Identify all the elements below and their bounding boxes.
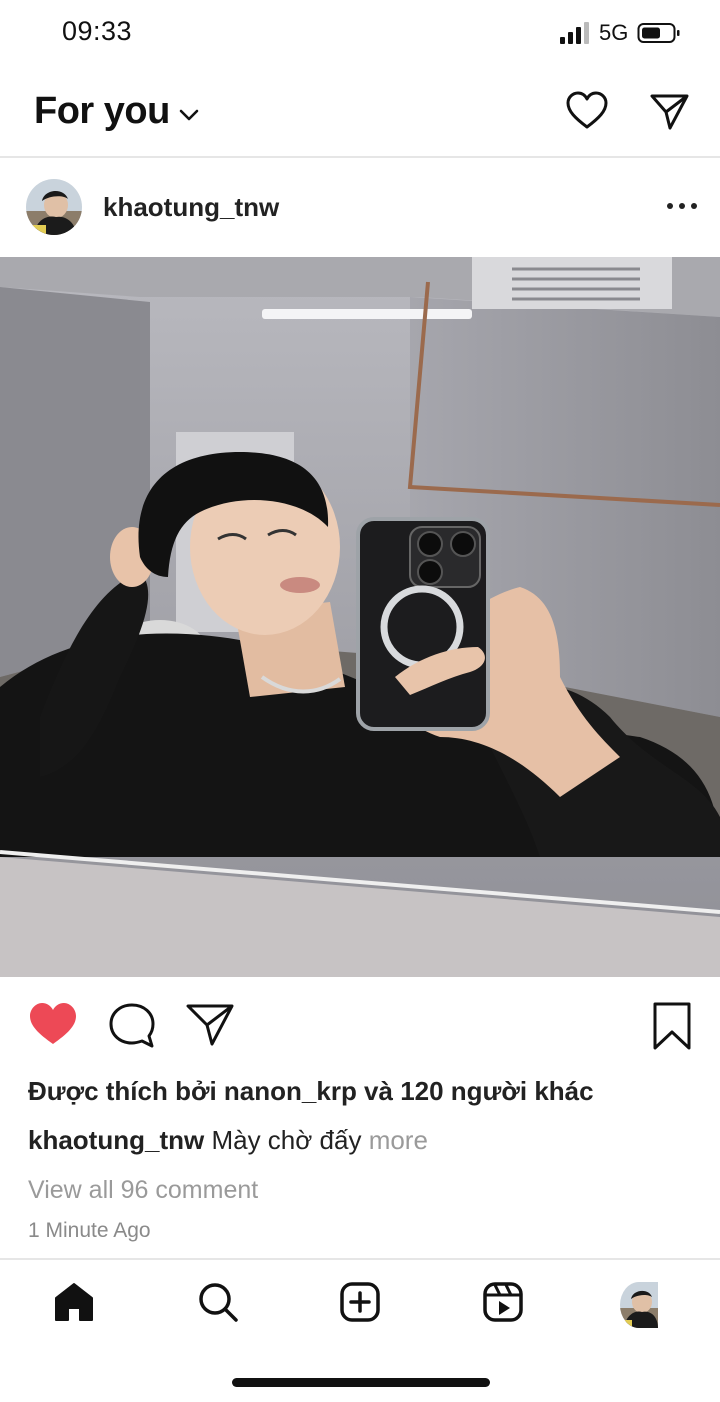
bottom-nav	[0, 1258, 720, 1402]
avatar[interactable]	[620, 1282, 658, 1328]
chevron-down-icon[interactable]	[178, 108, 200, 122]
status-time: 09:33	[62, 16, 133, 46]
bookmark-icon[interactable]	[650, 1000, 694, 1052]
post-timestamp: 1 Minute Ago	[28, 1219, 151, 1242]
home-icon[interactable]	[52, 1280, 96, 1324]
status-bar: 09:33 5G	[0, 0, 720, 70]
view-comments-link[interactable]: View all 96 comment	[28, 1176, 258, 1205]
likes-text[interactable]: Được thích bởi nanon_krp và 120 người kh…	[28, 1076, 594, 1107]
comment-icon[interactable]	[106, 1000, 158, 1050]
heart-outline-icon[interactable]	[565, 90, 609, 132]
reels-icon[interactable]	[481, 1280, 525, 1324]
battery-icon	[637, 23, 680, 43]
paper-plane-icon[interactable]	[647, 90, 691, 132]
caption-more-link[interactable]: more	[369, 1125, 428, 1155]
avatar[interactable]	[26, 179, 82, 235]
caption-username[interactable]: khaotung_tnw	[28, 1125, 204, 1155]
plus-square-icon[interactable]	[338, 1280, 382, 1324]
more-horizontal-icon[interactable]	[662, 196, 702, 216]
caption: khaotung_tnw Mày chờ đấy more	[28, 1125, 428, 1156]
paper-plane-icon[interactable]	[184, 1000, 236, 1050]
feed-title[interactable]: For you	[34, 90, 170, 133]
top-bar: For you	[0, 70, 720, 158]
post-image[interactable]	[0, 257, 720, 977]
mirror-selfie-photo	[0, 257, 720, 977]
caption-text: Mày chờ đấy	[211, 1125, 362, 1155]
heart-filled-icon[interactable]	[27, 1000, 79, 1048]
home-indicator	[232, 1378, 490, 1387]
cellular-signal-icon	[560, 22, 589, 44]
network-type: 5G	[599, 20, 629, 45]
post-header: khaotung_tnw	[0, 158, 720, 256]
post-username[interactable]: khaotung_tnw	[103, 192, 279, 223]
search-icon[interactable]	[196, 1280, 240, 1324]
post-actions	[0, 980, 720, 1070]
